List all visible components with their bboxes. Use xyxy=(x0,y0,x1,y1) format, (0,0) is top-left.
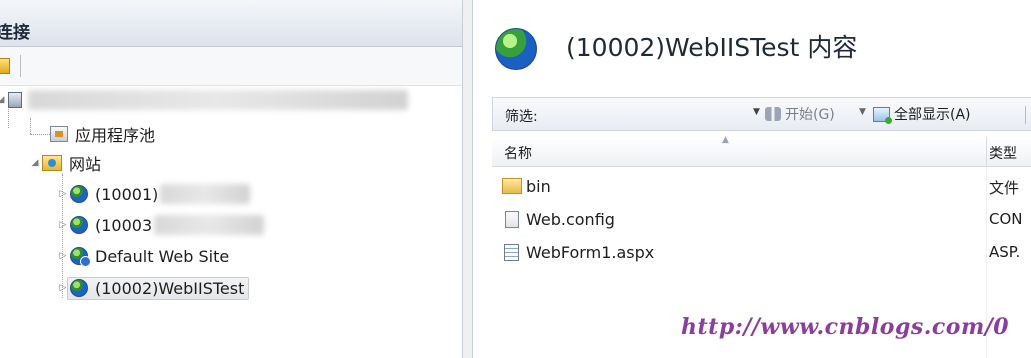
column-divider[interactable] xyxy=(986,137,987,167)
app-pool-icon xyxy=(50,126,68,142)
connections-pane: 连接 ◢ 应用程序池 ◢ 网站 ▷ (100 xyxy=(0,0,463,358)
site-globe-icon xyxy=(495,28,537,70)
list-item[interactable]: WebForm1.aspx ASP. xyxy=(492,238,1031,268)
tree-item-label: (10001) xyxy=(95,184,159,204)
globe-icon xyxy=(70,216,88,234)
file-name: Web.config xyxy=(526,210,615,229)
new-connection-icon[interactable] xyxy=(0,58,10,74)
show-all-button[interactable]: 全部显示(A) xyxy=(873,104,971,124)
file-type: CON xyxy=(989,210,1023,228)
start-dropdown-icon[interactable]: ▼ xyxy=(859,107,866,117)
toolbar-separator xyxy=(20,55,21,77)
file-type: ASP. xyxy=(989,243,1021,261)
start-button-label: 开始(G) xyxy=(785,107,835,123)
tree-item-label: (10002)WebIISTest xyxy=(95,278,245,298)
filter-input[interactable] xyxy=(555,103,749,127)
aspx-file-icon xyxy=(504,244,519,261)
filter-label: 筛选: xyxy=(505,109,538,125)
column-header-type[interactable]: 类型 xyxy=(989,143,1017,163)
sort-caret-icon: ▲ xyxy=(722,135,729,145)
config-file-icon xyxy=(505,211,519,228)
show-all-button-label: 全部显示(A) xyxy=(894,107,971,123)
globe-icon xyxy=(70,247,91,267)
filter-dropdown-icon[interactable]: ▼ xyxy=(753,107,760,117)
folder-icon xyxy=(502,178,522,194)
column-header-name[interactable]: 名称 xyxy=(504,143,532,163)
tree-line xyxy=(30,134,50,135)
tree-item-server[interactable]: ◢ xyxy=(0,86,408,114)
connections-toolbar xyxy=(0,47,462,86)
redacted-site-name xyxy=(154,215,265,235)
redacted-site-name xyxy=(160,184,251,204)
connections-header: 连接 xyxy=(0,0,462,47)
expand-arrow-icon[interactable]: ▷ xyxy=(56,189,70,199)
collapse-arrow-icon[interactable]: ◢ xyxy=(28,158,42,168)
page-title: (10002)WebIISTest 内容 xyxy=(566,33,858,62)
connections-title: 连接 xyxy=(0,23,30,43)
tree-line xyxy=(30,118,31,134)
file-type: 文件 xyxy=(989,179,1020,197)
file-name: bin xyxy=(526,177,551,196)
filter-toolbar: 筛选: ▼ 开始(G) ▼ 全部显示(A) xyxy=(492,97,1031,131)
selected-tree-item[interactable]: (10002)WebIISTest xyxy=(67,276,250,300)
list-column-header: ▲ 名称 类型 xyxy=(492,135,1031,167)
file-name: WebForm1.aspx xyxy=(526,243,655,262)
list-item[interactable]: bin 文件 xyxy=(492,172,1031,202)
globe-icon xyxy=(70,279,88,297)
redacted-server-name xyxy=(28,90,408,110)
tree-item-default-web-site[interactable]: ▷ Default Web Site xyxy=(56,242,229,270)
tree-item-site-10003[interactable]: ▷ (10003 xyxy=(56,211,265,239)
tree-item-label: 应用程序池 xyxy=(75,126,156,145)
binoculars-icon xyxy=(765,107,781,121)
tree-item-app-pools[interactable]: 应用程序池 xyxy=(50,120,155,148)
list-item[interactable]: Web.config CON xyxy=(492,205,1031,235)
content-pane: (10002)WebIISTest 内容 筛选: ▼ 开始(G) ▼ 全部显示(… xyxy=(472,0,1031,358)
tree-item-label: Default Web Site xyxy=(95,246,230,266)
tree-item-label: (10003 xyxy=(95,215,153,235)
watermark: http://www.cnblogs.com/0 xyxy=(681,314,1010,340)
expand-arrow-icon[interactable]: ▷ xyxy=(56,220,70,230)
toolbar-separator xyxy=(1025,106,1026,124)
sites-folder-icon xyxy=(42,155,62,171)
expand-arrow-icon[interactable]: ◢ xyxy=(0,95,8,105)
start-button[interactable]: 开始(G) xyxy=(765,104,835,124)
tree-item-label: 网站 xyxy=(69,155,102,174)
globe-icon xyxy=(70,185,88,203)
show-all-icon xyxy=(873,106,892,124)
server-icon xyxy=(8,92,22,108)
tree-item-site-10001[interactable]: ▷ (10001) xyxy=(56,180,251,208)
tree-item-site-10002[interactable]: ▷ (10002)WebIISTest xyxy=(56,274,250,302)
expand-arrow-icon[interactable]: ▷ xyxy=(56,251,70,261)
tree-item-sites[interactable]: ◢ 网站 xyxy=(28,149,101,177)
